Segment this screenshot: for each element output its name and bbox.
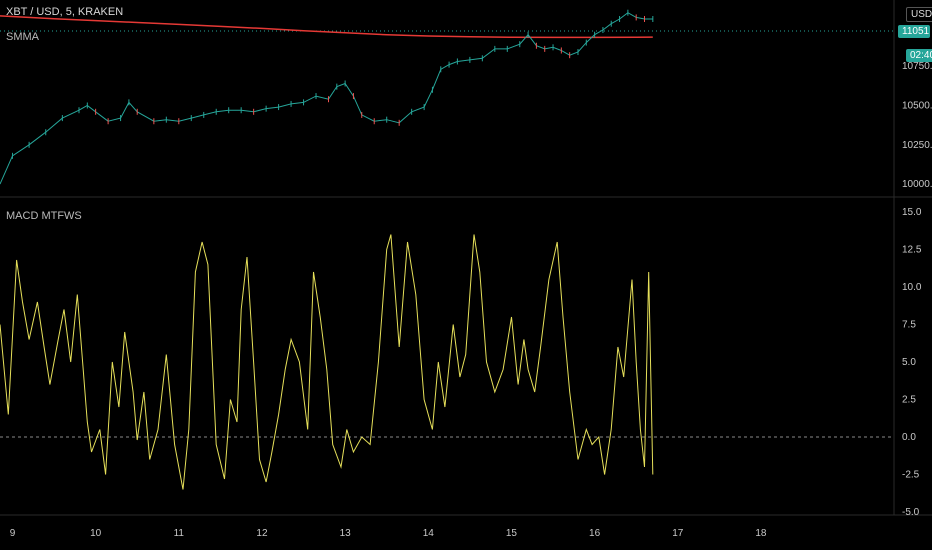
smma-line [0,15,653,39]
smma-indicator-label[interactable]: SMMA [6,31,39,43]
y-tick-label: 5.0 [902,357,916,368]
x-tick-label: 17 [672,528,684,539]
macd-y-axis[interactable]: 15.0 12.5 10.0 7.5 5.0 2.5 0.0 -2.5 -5.0 [902,207,922,518]
y-tick-label: 10.0 [902,282,922,293]
y-tick-label: 15.0 [902,207,922,218]
y-tick-label: 10500.0 [902,101,932,112]
x-tick-label: 10 [90,528,102,539]
x-tick-label: 15 [506,528,518,539]
y-tick-label: 10750.0 [902,61,932,72]
chart-canvas[interactable]: 10750.0 10500.0 10250.0 10000.0 15.0 12.5 10.… [0,0,932,550]
x-tick-label: 9 [10,528,16,539]
y-tick-label: 12.5 [902,245,922,256]
price-y-axis[interactable]: 10750.0 10500.0 10250.0 10000.0 [902,61,932,190]
x-tick-label: 12 [256,528,268,539]
macd-line [0,234,654,490]
currency-button[interactable]: USD [906,7,932,22]
x-tick-label: 13 [340,528,352,539]
last-price-badge: 11051.7 [898,25,930,38]
y-tick-label: 10000.0 [902,179,932,190]
y-tick-label: 0.0 [902,432,916,443]
countdown-badge: 02:40 [906,49,932,62]
y-tick-label: -5.0 [902,507,920,518]
y-tick-label: 7.5 [902,320,916,331]
macd-indicator-label[interactable]: MACD MTFWS [6,210,82,222]
x-tick-label: 16 [589,528,601,539]
time-axis[interactable]: 9 10 11 12 13 14 15 16 17 18 [10,528,767,539]
x-tick-label: 18 [755,528,767,539]
x-tick-label: 14 [423,528,435,539]
price-pane[interactable] [0,9,654,185]
y-tick-label: 2.5 [902,395,916,406]
y-tick-label: 10250.0 [902,140,932,151]
symbol-label[interactable]: XBT / USD, 5, KRAKEN [6,6,123,18]
y-tick-label: -2.5 [902,470,920,481]
macd-pane[interactable] [0,234,894,490]
price-line [0,12,653,185]
x-tick-label: 11 [174,528,185,539]
